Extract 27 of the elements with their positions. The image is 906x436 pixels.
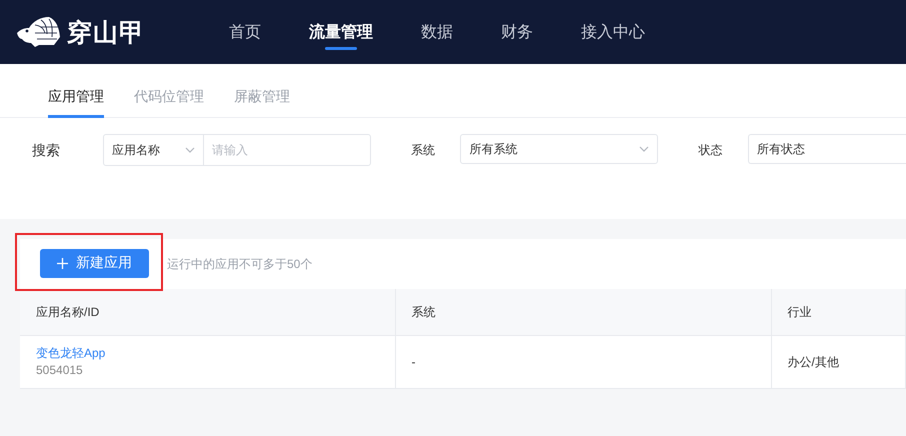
tab[interactable]: 应用管理 <box>36 64 116 117</box>
column-header: 应用名称/ID <box>36 304 100 318</box>
plus-icon <box>57 258 68 268</box>
nav-tab[interactable]: 数据 <box>397 0 477 64</box>
system-dropdown[interactable]: 所有系统 <box>460 134 658 164</box>
search-field[interactable]: 应用名称 请输入 <box>102 134 371 166</box>
nav-tab[interactable]: 流量管理 <box>285 0 397 64</box>
column-header: 系统 <box>412 304 436 318</box>
table-cell: - <box>412 355 416 369</box>
pangolin-logo-icon <box>15 15 61 49</box>
chevron-down-icon <box>638 146 649 152</box>
search-type-dropdown[interactable]: 应用名称 <box>104 135 204 165</box>
status-dropdown[interactable]: 所有状态 <box>748 134 906 164</box>
search-label: 搜索 <box>32 141 61 160</box>
table-cell: 办公/其他 <box>788 354 839 368</box>
nav-tab[interactable]: 接入中心 <box>557 0 669 64</box>
limit-hint: 运行中的应用不可多于50个 <box>167 256 312 272</box>
system-label: 系统 <box>410 142 436 159</box>
new-app-button[interactable]: 新建应用 <box>40 248 149 278</box>
chevron-down-icon <box>184 147 195 153</box>
column-header: 行业 <box>788 304 812 318</box>
status-label: 状态 <box>698 142 724 159</box>
nav-tab[interactable]: 首页 <box>205 0 285 64</box>
nav-tab[interactable]: 财务 <box>477 0 557 64</box>
app-id: 5054015 <box>36 362 84 379</box>
app-name-link[interactable]: 变色龙轻App <box>36 345 378 362</box>
logo-text: 穿山甲 <box>67 18 145 48</box>
